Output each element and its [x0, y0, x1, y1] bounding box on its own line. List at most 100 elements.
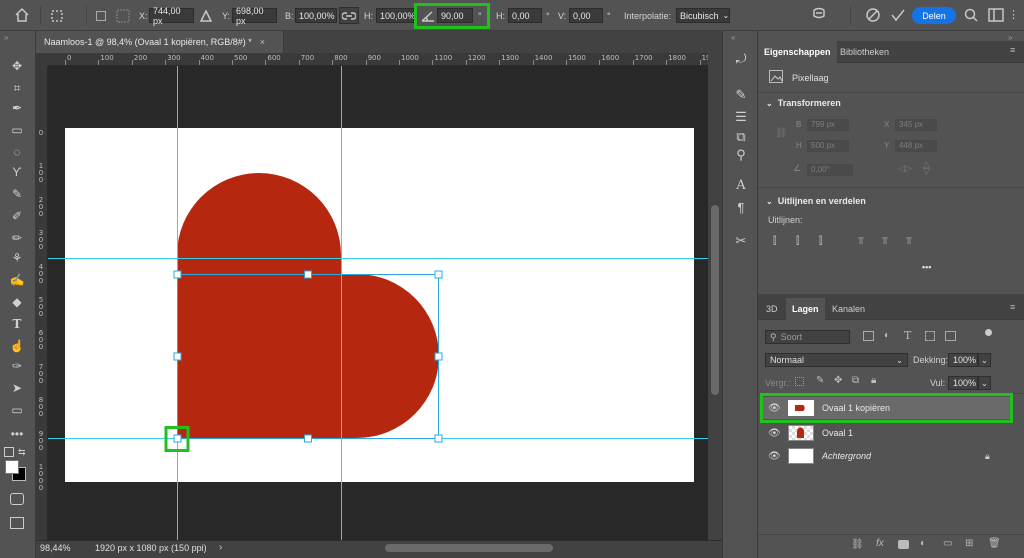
properties-menu-icon[interactable]: ≡ — [1010, 45, 1015, 55]
prop-angle-icon: ∠ — [793, 163, 802, 173]
transform-handle-bottom-right[interactable] — [434, 434, 443, 443]
horizontal-scrollbar-thumb[interactable] — [385, 544, 553, 552]
eye-icon[interactable]: 👁︎ — [768, 451, 781, 462]
tab-libraries[interactable]: Bibliotheken — [834, 41, 895, 63]
tab-3d[interactable]: 3D — [760, 298, 784, 320]
align-section-header[interactable]: ⌄ Uitlijnen en verdelen — [766, 196, 866, 206]
properties-panel-tabs: Eigenschappen Bibliotheken ≡ — [758, 41, 1024, 63]
chevron-down-icon: ⌄ — [896, 355, 903, 365]
search-icon: ⚲ — [770, 331, 777, 342]
lock-icon[interactable]: 🔒︎ — [985, 451, 990, 462]
adjustments-icon[interactable]: ☰ — [731, 108, 751, 126]
paths-icon[interactable]: ⧉ — [731, 128, 751, 146]
layer-name: Ovaal 1 — [822, 428, 854, 438]
flip-horizontal-icon[interactable]: ◁▷ — [898, 163, 912, 174]
lock-all-icon[interactable]: 🔒︎ — [871, 375, 876, 386]
align-heading: Uitlijnen en verdelen — [777, 196, 866, 206]
layer-filter-placeholder: Soort — [780, 332, 803, 342]
lock-artboard-icon[interactable]: ⧉ — [852, 375, 859, 386]
transform-heading: Transformeren — [777, 98, 841, 108]
align-left-icon[interactable]: ⫿ — [773, 236, 785, 248]
transform-handle-top-middle[interactable] — [304, 270, 312, 279]
prop-y-label: Y — [884, 141, 890, 150]
lock-image-pixels-icon[interactable]: ✎ — [816, 375, 824, 386]
lock-transparent-pixels-icon[interactable] — [795, 377, 804, 386]
prop-height-field[interactable]: 500 px — [807, 140, 849, 152]
eye-icon[interactable]: 👁︎ — [768, 428, 781, 439]
add-mask-icon[interactable] — [898, 540, 909, 549]
chevron-down-icon: ⌄ — [981, 378, 988, 388]
flip-vertical-icon[interactable]: △ ▽ — [923, 160, 930, 176]
brush-settings-icon[interactable]: ✎ — [731, 86, 751, 104]
paragraph-panel-icon[interactable]: ¶ — [731, 198, 751, 216]
zoom-level[interactable]: 98,44% — [40, 543, 71, 553]
pixel-layer-icon — [769, 70, 783, 83]
align-top-icon[interactable]: ⫪ — [858, 236, 870, 248]
layer-style-icon[interactable]: fx — [876, 538, 884, 549]
opacity-field[interactable]: 100% — [948, 353, 978, 367]
layer-thumbnail — [788, 448, 814, 464]
fill-label: Vul: — [930, 378, 946, 388]
opacity-label: Dekking: — [913, 355, 949, 365]
divider — [758, 534, 1024, 535]
layer-thumbnail — [788, 425, 814, 441]
clone-source-icon[interactable]: ⚲ — [731, 146, 751, 164]
filter-toggle-icon[interactable] — [985, 329, 992, 336]
prop-width-field[interactable]: 799 px — [807, 119, 849, 131]
lock-label: Vergr.: — [765, 378, 792, 388]
transform-handle-top-right[interactable] — [434, 270, 443, 279]
prop-x-field[interactable]: 345 px — [895, 119, 937, 131]
transform-section-header[interactable]: ⌄ Transformeren — [766, 98, 841, 108]
fill-dropdown[interactable]: ⌄ — [978, 376, 991, 390]
layer-row-achtergrond[interactable]: 👁︎ Achtergrond 🔒︎ — [762, 445, 1012, 467]
divider — [758, 187, 1024, 188]
layer-filter-select[interactable]: ⚲ Soort — [765, 330, 850, 344]
align-right-icon[interactable]: ⫿ — [819, 236, 831, 248]
blend-mode-value: Normaal — [770, 355, 805, 365]
opacity-dropdown[interactable]: ⌄ — [978, 353, 991, 367]
filter-shape-icon[interactable] — [925, 331, 935, 341]
layers-menu-icon[interactable]: ≡ — [1010, 302, 1015, 312]
prop-angle-field[interactable]: 0,00° — [807, 164, 853, 176]
align-vertical-center-icon[interactable]: ⫪ — [882, 236, 894, 248]
tab-properties[interactable]: Eigenschappen — [758, 41, 837, 63]
align-horizontal-center-icon[interactable]: ⫿ — [796, 236, 808, 248]
transform-handle-middle-right[interactable] — [434, 352, 443, 361]
link-layers-icon[interactable]: ⛓ — [851, 539, 864, 550]
tool-presets-icon[interactable]: ✂ — [731, 232, 751, 250]
lock-position-icon[interactable]: ✥ — [834, 375, 842, 386]
filter-adjustment-icon[interactable]: ◐ — [884, 330, 890, 341]
layer-type-label: Pixellaag — [792, 73, 829, 83]
character-panel-icon[interactable]: A — [731, 176, 751, 194]
delete-layer-icon[interactable]: 🗑︎ — [988, 538, 1001, 549]
vertical-scrollbar-thumb[interactable] — [711, 205, 719, 395]
filter-type-icon[interactable]: T — [904, 329, 911, 342]
filter-smart-object-icon[interactable] — [945, 331, 956, 341]
prop-height-label: H — [796, 141, 802, 150]
tab-channels[interactable]: Kanalen — [826, 298, 871, 320]
tab-layers[interactable]: Lagen — [786, 298, 825, 320]
layers-panel-tabs: 3D Lagen Kanalen ≡ — [758, 298, 1024, 320]
fill-field[interactable]: 100% — [948, 376, 978, 390]
adjustment-layer-icon[interactable]: ◐ — [920, 538, 926, 549]
layer-row-ovaal-1[interactable]: 👁︎ Ovaal 1 — [762, 422, 1012, 444]
more-options-icon[interactable]: ••• — [922, 262, 931, 272]
new-layer-icon[interactable]: ⊞ — [965, 538, 973, 549]
status-menu-arrow[interactable]: › — [219, 542, 222, 553]
align-label: Uitlijnen: — [768, 215, 803, 225]
chevron-down-icon: ⌄ — [766, 98, 773, 108]
dock-collapse-icon[interactable]: « — [731, 33, 735, 42]
link-dimensions-icon[interactable]: ⛓ — [775, 128, 788, 139]
prop-y-field[interactable]: 448 px — [895, 140, 937, 152]
transform-handle-bottom-middle[interactable] — [304, 434, 312, 443]
prop-width-label: B — [796, 120, 802, 129]
transform-handle-top-left[interactable] — [173, 270, 182, 279]
align-bottom-icon[interactable]: ⫪ — [906, 236, 918, 248]
history-panel-icon[interactable]: ⤾ — [731, 50, 751, 68]
transform-handle-middle-left[interactable] — [173, 352, 182, 361]
blend-mode-select[interactable]: Normaal ⌄ — [765, 353, 908, 367]
filter-pixel-icon[interactable] — [863, 331, 874, 341]
new-group-icon[interactable]: ▭ — [943, 538, 952, 549]
transform-handle-bottom-left[interactable] — [173, 434, 182, 443]
heart-shape-ovaal-1[interactable] — [177, 173, 439, 438]
